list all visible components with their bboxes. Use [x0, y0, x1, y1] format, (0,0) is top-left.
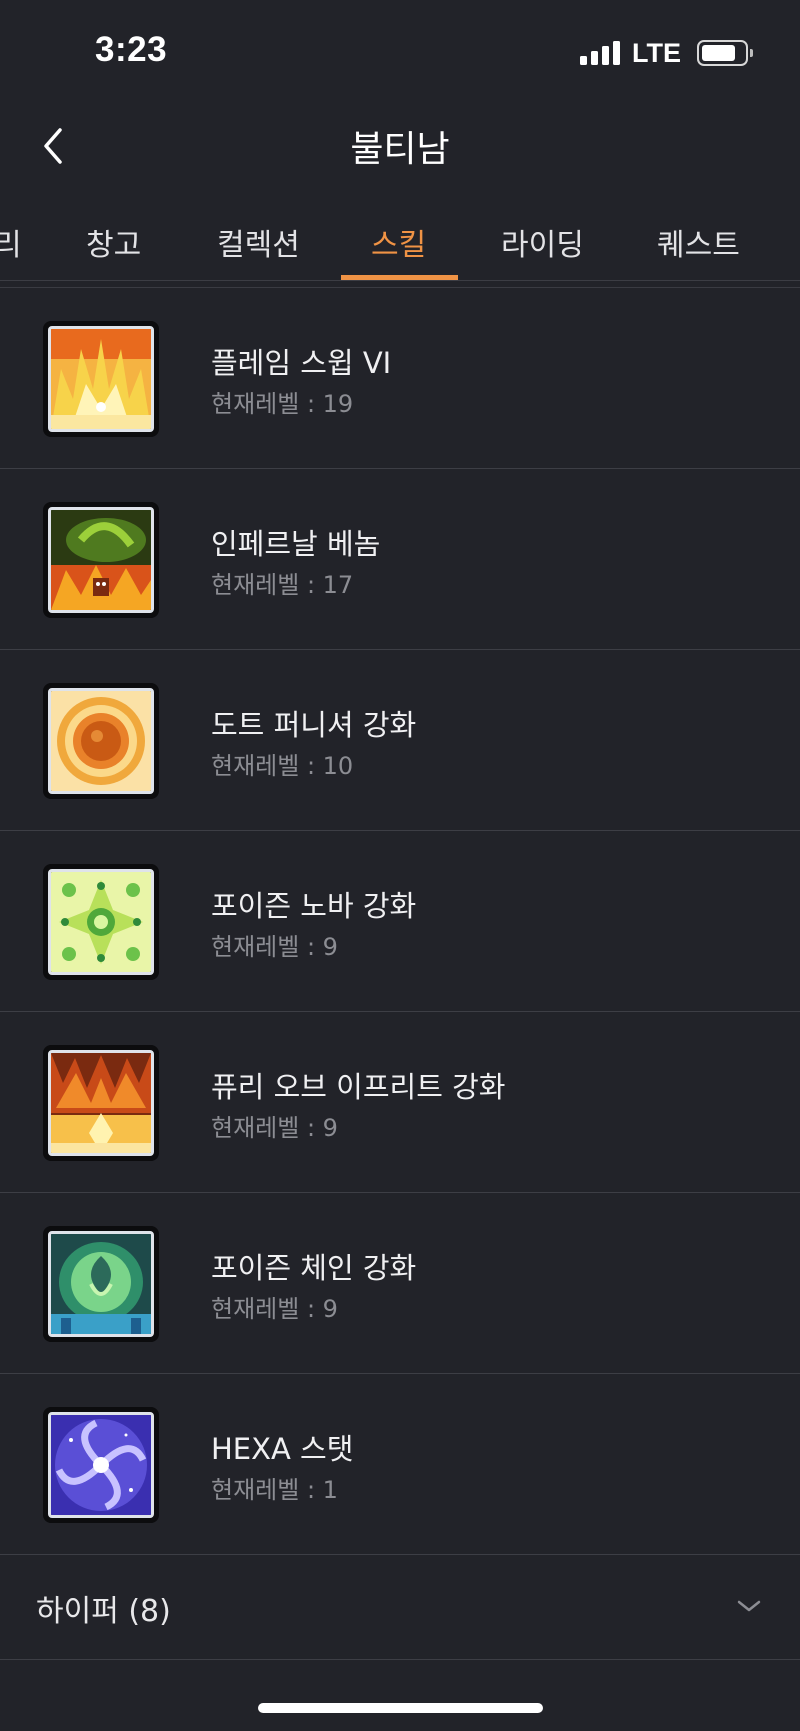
status-bar: 3:23 LTE — [0, 0, 800, 100]
group-label: 하이퍼 (8) — [36, 1594, 171, 1629]
nav-header: 불티남 — [0, 100, 800, 190]
poison-chain-icon — [43, 1226, 159, 1342]
skill-row[interactable]: HEXA 스탯 현재레벨 : 1 — [0, 1374, 800, 1555]
active-tab-indicator — [341, 275, 458, 280]
skill-row[interactable]: 플레임 스윕 VI 현재레벨 : 19 — [0, 288, 800, 469]
cellular-signal-icon — [580, 41, 620, 65]
tab-skill[interactable]: 스킬 — [371, 220, 426, 264]
battery-icon — [697, 40, 753, 66]
skill-row[interactable]: 포이즌 노바 강화 현재레벨 : 9 — [0, 831, 800, 1012]
home-indicator — [258, 1703, 543, 1713]
skill-row[interactable]: 퓨리 오브 이프리트 강화 현재레벨 : 9 — [0, 1012, 800, 1193]
skill-name: HEXA 스탯 — [211, 1432, 354, 1466]
skill-level: 현재레벨 : 9 — [211, 933, 338, 961]
tab-quest[interactable]: 퀘스트 — [657, 220, 740, 264]
tab-partial[interactable]: 리 — [0, 220, 22, 264]
hyper-skill-group[interactable]: 하이퍼 (8) — [0, 1553, 800, 1660]
flame-sweep-icon — [43, 321, 159, 437]
page-title: 불티남 — [350, 129, 450, 170]
skill-level: 현재레벨 : 9 — [211, 1295, 338, 1323]
skill-level: 현재레벨 : 17 — [211, 571, 354, 599]
skill-level: 현재레벨 : 1 — [211, 1476, 338, 1504]
skill-row[interactable]: 인페르날 베놈 현재레벨 : 17 — [0, 469, 800, 650]
status-indicators: LTE — [580, 37, 753, 68]
skill-name: 도트 퍼니셔 강화 — [211, 708, 417, 742]
skill-name: 포이즌 노바 강화 — [211, 889, 417, 923]
tab-riding[interactable]: 라이딩 — [501, 220, 584, 264]
fury-of-ifrit-icon — [43, 1045, 159, 1161]
skill-name: 퓨리 오브 이프리트 강화 — [211, 1070, 506, 1104]
chevron-down-icon — [737, 1600, 761, 1612]
dot-punisher-icon — [43, 683, 159, 799]
network-type-label: LTE — [632, 37, 681, 68]
hexa-stat-icon — [43, 1407, 159, 1523]
skill-level: 현재레벨 : 19 — [211, 390, 354, 418]
poison-nova-icon — [43, 864, 159, 980]
skill-row[interactable]: 도트 퍼니셔 강화 현재레벨 : 10 — [0, 650, 800, 831]
skill-name: 포이즌 체인 강화 — [211, 1251, 417, 1285]
skill-name: 인페르날 베놈 — [211, 527, 381, 561]
tab-collection[interactable]: 컬렉션 — [217, 220, 300, 264]
skill-level: 현재레벨 : 9 — [211, 1114, 338, 1142]
infernal-venom-icon — [43, 502, 159, 618]
skill-list: 플레임 스윕 VI 현재레벨 : 19 인페르날 베놈 현재레벨 : 17 도트… — [0, 287, 800, 1555]
tab-bar: 리 창고 컬렉션 스킬 라이딩 퀘스트 — [0, 196, 800, 281]
status-time: 3:23 — [95, 30, 168, 69]
skill-level: 현재레벨 : 10 — [211, 752, 354, 780]
skill-name: 플레임 스윕 VI — [211, 346, 392, 380]
skill-row[interactable]: 포이즌 체인 강화 현재레벨 : 9 — [0, 1193, 800, 1374]
tab-storage[interactable]: 창고 — [86, 220, 141, 264]
